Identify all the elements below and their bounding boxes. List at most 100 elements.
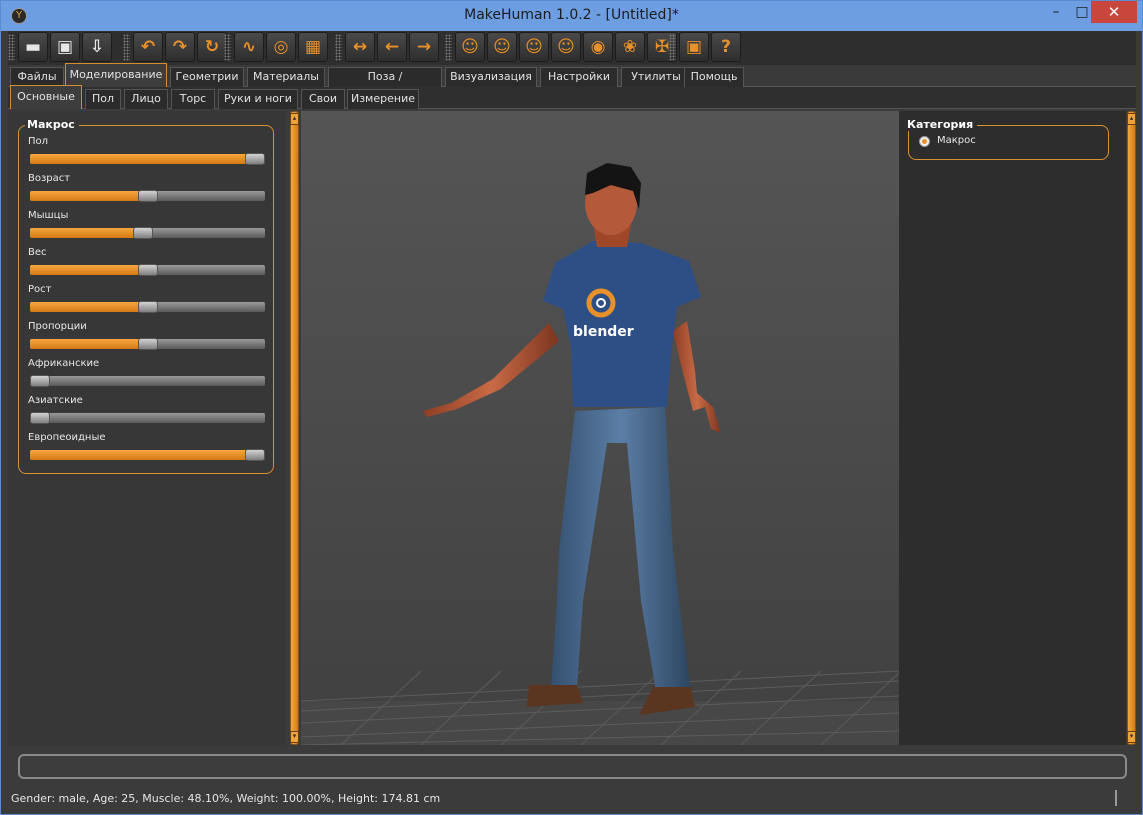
sub-tab-bar: Основные Пол Лицо Торс Руки и ноги Свои Измере… — [8, 85, 1136, 109]
main-tab[interactable]: Моделирование — [65, 63, 167, 87]
toolbar-button-icon[interactable]: ↻ — [197, 32, 227, 62]
main-tab[interactable]: Поза / Анимировать — [328, 67, 442, 101]
slider-fill — [30, 339, 148, 349]
toolbar-button-icon[interactable]: ∿ — [234, 32, 264, 62]
toolbar-button-icon[interactable]: ↷ — [165, 32, 195, 62]
slider-label: Пропорции — [28, 321, 87, 332]
3d-viewport[interactable]: blender — [301, 111, 899, 745]
command-input[interactable] — [18, 754, 1127, 779]
toolbar-button-icon[interactable]: ▬ — [18, 32, 48, 62]
macro-slider[interactable]: Рост — [19, 284, 275, 321]
app-window: Y MakeHuman 1.0.2 - [Untitled]* – □ ✕ ▬ ▣… — [0, 0, 1143, 815]
blender-logo-eye — [596, 298, 606, 308]
toolbar-button-icon[interactable]: → — [409, 32, 439, 62]
toolbar-button-icon[interactable]: ☺ — [487, 32, 517, 62]
slider-handle[interactable] — [245, 449, 265, 461]
scroll-up-arrow-icon[interactable]: ▴ — [1127, 113, 1136, 125]
scroll-up-arrow-icon[interactable]: ▴ — [290, 113, 299, 125]
right-panel: Категория Макрос — [899, 111, 1126, 745]
main-tab[interactable]: Файлы — [10, 67, 64, 87]
toolbar-button-icon[interactable]: ❀ — [615, 32, 645, 62]
toolbar-button-icon[interactable]: ? — [711, 32, 741, 62]
slider-handle[interactable] — [138, 301, 158, 313]
slider-label: Вес — [28, 247, 47, 258]
main-tab[interactable]: Материалы — [247, 67, 325, 87]
scrollbar-track[interactable] — [290, 111, 299, 745]
slider-handle[interactable] — [133, 227, 153, 239]
left-panel-scrollbar[interactable]: ▴ ▾ — [289, 111, 300, 745]
slider-label: Мышцы — [28, 210, 69, 221]
title-bar: Y MakeHuman 1.0.2 - [Untitled]* – □ ✕ — [1, 1, 1142, 31]
slider-fill — [30, 191, 148, 201]
toolbar-button-icon[interactable]: ▣ — [679, 32, 709, 62]
macro-slider[interactable]: Возраст — [19, 173, 275, 210]
slider-handle[interactable] — [138, 264, 158, 276]
main-tab[interactable]: Утилиты — [621, 67, 691, 87]
toolbar-button-icon[interactable]: ⇩ — [82, 32, 112, 62]
sub-tab[interactable]: Измерение — [347, 89, 419, 109]
toolbar-group: ↔ ← → — [335, 32, 439, 63]
toolbar-group: ▣? — [669, 32, 741, 63]
toolbar-button-icon[interactable]: ▣ — [50, 32, 80, 62]
viewport-scene[interactable]: blender — [301, 111, 899, 745]
scroll-down-arrow-icon[interactable]: ▾ — [1127, 731, 1136, 743]
slider-handle[interactable] — [245, 153, 265, 165]
main-tab[interactable]: Геометрии — [170, 67, 244, 87]
main-tab[interactable]: Визуализация — [445, 67, 537, 87]
main-tab[interactable]: Настройки — [540, 67, 618, 87]
toolbar-button-icon[interactable]: ← — [377, 32, 407, 62]
main-tab-bar: Файлы Моделирование Геометрии Материалы Поза… — [8, 63, 1136, 101]
slider-label: Пол — [28, 136, 49, 147]
slider-fill — [30, 228, 143, 238]
macro-slider[interactable]: Пол — [19, 136, 275, 173]
macro-slider[interactable]: Европеоидные — [19, 432, 275, 469]
category-group: Категория Макрос — [907, 118, 1109, 160]
slider-handle[interactable] — [30, 375, 50, 387]
toolbar-group: ∿ ◎ ▦ — [224, 32, 328, 63]
left-panel: Макрос Пол Возраст Мышцы Вес Рост Пропорции Аф… — [8, 111, 286, 745]
slider-label: Возраст — [28, 173, 71, 184]
sub-tab[interactable]: Лицо — [124, 89, 168, 109]
toolbar-button-icon[interactable]: ☺ — [551, 32, 581, 62]
slider-track[interactable] — [30, 413, 265, 423]
macro-group: Макрос Пол Возраст Мышцы Вес Рост Пропорции Аф… — [18, 118, 275, 474]
scroll-down-arrow-icon[interactable]: ▾ — [290, 731, 299, 743]
status-bar-text: Gender: male, Age: 25, Muscle: 48.10%, W… — [11, 792, 441, 805]
window-title: MakeHuman 1.0.2 - [Untitled]* — [464, 7, 679, 23]
slider-track[interactable] — [30, 450, 265, 460]
shirt-text: blender — [573, 324, 634, 340]
slider-handle[interactable] — [138, 190, 158, 202]
sub-tab[interactable]: Торс — [171, 89, 215, 109]
sub-tab[interactable]: Руки и ноги — [218, 89, 298, 109]
macro-slider[interactable]: Вес — [19, 247, 275, 284]
slider-fill — [30, 302, 148, 312]
close-button[interactable]: ✕ — [1091, 1, 1137, 23]
slider-track[interactable] — [30, 376, 265, 386]
status-bar-grip[interactable] — [1115, 790, 1117, 806]
macro-slider[interactable]: Пропорции — [19, 321, 275, 358]
main-tab[interactable]: Помощь — [684, 67, 744, 87]
toolbar-button-icon[interactable]: ▦ — [298, 32, 328, 62]
toolbar-button-icon[interactable]: ☺ — [519, 32, 549, 62]
macro-radio-button[interactable] — [919, 136, 930, 147]
toolbar-button-icon[interactable]: ◉ — [583, 32, 613, 62]
macro-slider[interactable]: Африканские — [19, 358, 275, 395]
sub-tab[interactable]: Пол — [85, 89, 121, 109]
sub-tab[interactable]: Основные — [10, 85, 82, 109]
toolbar-button-icon[interactable]: ☺ — [455, 32, 485, 62]
macro-radio-label[interactable]: Макрос — [937, 135, 976, 146]
toolbar-group: ☺ ☺ ☺ ☺ ◉ ❀ ✠ — [445, 32, 677, 63]
macro-slider[interactable]: Азиатские — [19, 395, 275, 432]
slider-handle[interactable] — [138, 338, 158, 350]
macro-slider[interactable]: Мышцы — [19, 210, 275, 247]
toolbar-button-icon[interactable]: ↔ — [345, 32, 375, 62]
toolbar-button-icon[interactable]: ◎ — [266, 32, 296, 62]
toolbar-group: ↶ ↷ ↻ — [123, 32, 227, 63]
macro-group-title: Макрос — [25, 118, 79, 131]
slider-handle[interactable] — [30, 412, 50, 424]
sub-tab[interactable]: Свои — [301, 89, 345, 109]
slider-track[interactable] — [30, 154, 265, 164]
toolbar-button-icon[interactable]: ↶ — [133, 32, 163, 62]
scrollbar-track[interactable] — [1127, 111, 1136, 745]
right-panel-scrollbar[interactable]: ▴ ▾ — [1126, 111, 1137, 745]
